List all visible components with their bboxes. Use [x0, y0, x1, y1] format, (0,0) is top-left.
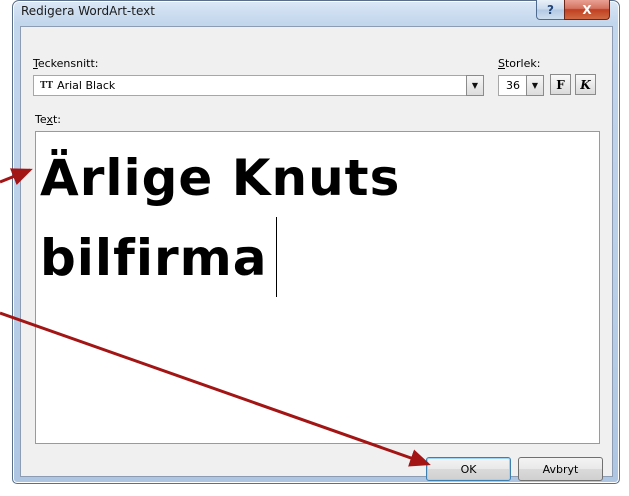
- italic-label: K: [580, 77, 591, 92]
- text-caret: [276, 217, 277, 297]
- size-label: Storlek:: [498, 57, 541, 70]
- close-button[interactable]: X: [564, 0, 610, 20]
- bold-label: F: [556, 77, 565, 92]
- bold-button[interactable]: F: [550, 74, 571, 95]
- font-select[interactable]: TT Arial Black ▼: [33, 75, 484, 96]
- help-button[interactable]: ?: [536, 0, 565, 20]
- wordart-text-input[interactable]: Ärlige Knuts bilfirma: [35, 131, 600, 444]
- ok-button[interactable]: OK: [426, 457, 511, 481]
- wordart-text-line-2: bilfirma: [40, 229, 268, 287]
- dialog-body: Teckensnitt: TT Arial Black ▼ Storlek: 3…: [20, 26, 613, 481]
- dialog-title: Redigera WordArt-text: [21, 4, 155, 18]
- truetype-font-icon: TT: [40, 80, 54, 91]
- font-dropdown-button[interactable]: ▼: [466, 75, 484, 96]
- wordart-text-line-1: Ärlige Knuts: [40, 149, 401, 207]
- italic-button[interactable]: K: [575, 74, 596, 95]
- title-bar[interactable]: Redigera WordArt-text ? X: [13, 0, 619, 27]
- font-value: Arial Black: [57, 79, 116, 92]
- size-value: 36: [506, 79, 520, 92]
- font-label: Teckensnitt:: [33, 57, 99, 70]
- dialog-window: Redigera WordArt-text ? X Teckensnitt: T…: [12, 0, 620, 484]
- size-select[interactable]: 36 ▼: [498, 75, 544, 96]
- cancel-button[interactable]: Avbryt: [518, 457, 603, 481]
- text-label: Text:: [35, 113, 61, 126]
- chevron-down-icon: ▼: [471, 81, 479, 90]
- question-icon: ?: [547, 2, 554, 17]
- close-icon: X: [582, 2, 592, 17]
- wordart-text-content: Ärlige Knuts bilfirma: [40, 138, 400, 298]
- size-dropdown-button[interactable]: ▼: [526, 75, 544, 96]
- chevron-down-icon: ▼: [531, 81, 539, 90]
